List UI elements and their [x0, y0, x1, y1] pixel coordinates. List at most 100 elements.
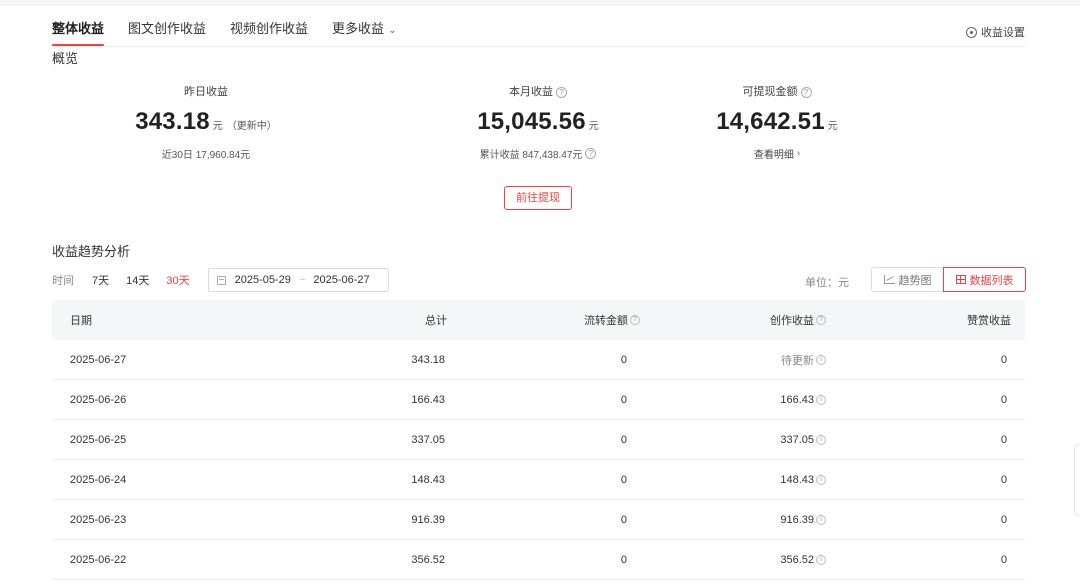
tab-label: 图文创作收益: [128, 21, 207, 36]
cell-flow: 0: [620, 393, 627, 406]
cell-total: 343.18: [411, 353, 445, 366]
info-icon[interactable]: i: [816, 394, 826, 405]
cell-creation: 148.43 i: [780, 474, 826, 486]
date-range-picker[interactable]: 2025-05-29 ~ 2025-06-27: [207, 268, 389, 292]
cell-flow: 0: [620, 353, 627, 366]
table-row: 2025-06-27 343.18 0 待更新 i 0: [52, 340, 1025, 380]
header-date: 日期: [70, 315, 92, 327]
stat-yesterday: 昨日收益 343.18 元 （更新中） 近30日 17,960.84元: [86, 84, 326, 161]
header-total: 总计: [425, 315, 447, 327]
cell-total: 356.52: [411, 553, 445, 566]
time-filter: 时间 7天 14天 30天 2025-05-29 ~ 2025-06-27: [52, 268, 389, 292]
line-chart-icon: [883, 275, 895, 284]
settings-icon: [966, 26, 977, 38]
table-row: 2025-06-26 166.43 0 166.43 i 0: [52, 380, 1025, 420]
stat-value: 15,045.56: [477, 108, 586, 135]
cell-date: 2025-06-24: [70, 473, 127, 486]
creation-value: 916.39: [780, 513, 814, 526]
info-icon[interactable]: i: [816, 514, 826, 525]
cell-creation: 356.52 i: [780, 554, 826, 566]
help-icon[interactable]: ?: [585, 147, 597, 159]
table-row: 2025-06-24 148.43 0 148.43 i 0: [52, 460, 1025, 500]
creation-value: 337.05: [780, 433, 814, 446]
cell-creation: 337.05 i: [780, 434, 826, 446]
chevron-down-icon: ⌄: [388, 25, 397, 36]
date-start: 2025-05-29: [234, 274, 291, 286]
overview-title: 概览: [52, 51, 79, 66]
data-list-button[interactable]: 数据列表: [943, 267, 1026, 292]
range-30d[interactable]: 30天: [166, 272, 189, 288]
cell-tip: 0: [1000, 433, 1007, 446]
tab-overall[interactable]: 整体收益: [52, 14, 105, 46]
stat-label: 可提现金额: [742, 86, 798, 98]
stat-sub: 近30日 17,960.84元: [161, 149, 251, 161]
cell-tip: 0: [1000, 353, 1007, 366]
tab-article[interactable]: 图文创作收益: [128, 14, 206, 46]
cell-total: 916.39: [411, 513, 445, 526]
side-float-tab[interactable]: [1074, 444, 1080, 516]
stat-withdrawable: 可提现金额? 14,642.51 元 查看明细 ›: [657, 84, 897, 161]
header-flow: 流转金额?: [584, 312, 640, 328]
info-icon[interactable]: i: [816, 474, 826, 485]
cell-date: 2025-06-22: [70, 553, 127, 566]
time-label: 时间: [52, 275, 74, 287]
settings-label: 收益设置: [981, 27, 1025, 39]
revenue-table: 日期 总计 流转金额? 创作收益? 赞赏收益 2025-06-27 343.18…: [52, 300, 1025, 580]
stat-value: 14,642.51: [716, 108, 825, 135]
top-strip: [0, 0, 1080, 6]
revenue-tabs: 整体收益 图文创作收益 视频创作收益 更多收益 ⌄: [52, 14, 420, 46]
cell-tip: 0: [1000, 513, 1007, 526]
calendar-icon: [216, 275, 226, 285]
list-label: 数据列表: [969, 274, 1014, 287]
tab-label: 整体收益: [52, 21, 105, 36]
cell-tip: 0: [1000, 473, 1007, 486]
tab-video[interactable]: 视频创作收益: [230, 14, 308, 46]
table-row: 2025-06-25 337.05 0 337.05 i 0: [52, 420, 1025, 460]
pending-text: 待更新: [781, 354, 814, 367]
stat-month: 本月收益? 15,045.56 元 累计收益 847,438.47元?: [418, 84, 658, 161]
info-icon[interactable]: i: [816, 554, 826, 565]
header-creation: 创作收益?: [770, 312, 826, 328]
date-separator: ~: [298, 274, 306, 286]
header-tip: 赞赏收益: [967, 315, 1011, 327]
help-icon[interactable]: ?: [816, 315, 826, 325]
stat-unit: 元: [588, 121, 599, 132]
tab-label: 视频创作收益: [230, 21, 309, 36]
stat-label: 本月收益: [509, 86, 553, 98]
cell-creation: 166.43 i: [780, 394, 826, 406]
table-row: 2025-06-23 916.39 0 916.39 i 0: [52, 500, 1025, 540]
trend-chart-button[interactable]: 趋势图: [871, 267, 943, 292]
cell-date: 2025-06-26: [70, 393, 127, 406]
help-icon[interactable]: ?: [556, 86, 567, 98]
view-details-link[interactable]: 查看明细: [754, 146, 794, 161]
trend-title: 收益趋势分析: [52, 244, 131, 259]
table-icon: [955, 275, 966, 284]
info-icon[interactable]: i: [816, 434, 826, 445]
cell-creation: 待更新 i: [781, 352, 826, 368]
unit-label: 单位：元: [805, 277, 849, 289]
withdraw-button[interactable]: 前往提现: [504, 186, 572, 210]
cell-total: 337.05: [411, 433, 445, 446]
cell-total: 166.43: [411, 393, 445, 406]
tab-more[interactable]: 更多收益 ⌄: [332, 14, 396, 46]
cell-date: 2025-06-23: [70, 513, 127, 526]
cell-flow: 0: [620, 513, 627, 526]
revenue-settings-button[interactable]: 收益设置: [966, 24, 1025, 40]
help-icon[interactable]: ?: [800, 86, 812, 98]
range-14d[interactable]: 14天: [126, 272, 149, 288]
range-7d[interactable]: 7天: [92, 272, 109, 288]
cell-flow: 0: [620, 553, 627, 566]
cell-total: 148.43: [411, 473, 445, 486]
stat-unit: 元: [212, 121, 223, 132]
cell-flow: 0: [620, 473, 627, 486]
table-header: 日期 总计 流转金额? 创作收益? 赞赏收益: [52, 300, 1025, 340]
date-end: 2025-06-27: [313, 274, 370, 286]
info-icon[interactable]: i: [816, 354, 826, 365]
header-flow-label: 流转金额: [584, 315, 628, 327]
view-switch: 趋势图 数据列表: [871, 267, 1026, 292]
trend-label: 趋势图: [898, 274, 932, 287]
stat-label: 昨日收益: [184, 86, 228, 98]
header-creation-label: 创作收益: [770, 315, 814, 327]
chevron-right-icon: ›: [796, 147, 801, 159]
help-icon[interactable]: ?: [630, 315, 640, 325]
